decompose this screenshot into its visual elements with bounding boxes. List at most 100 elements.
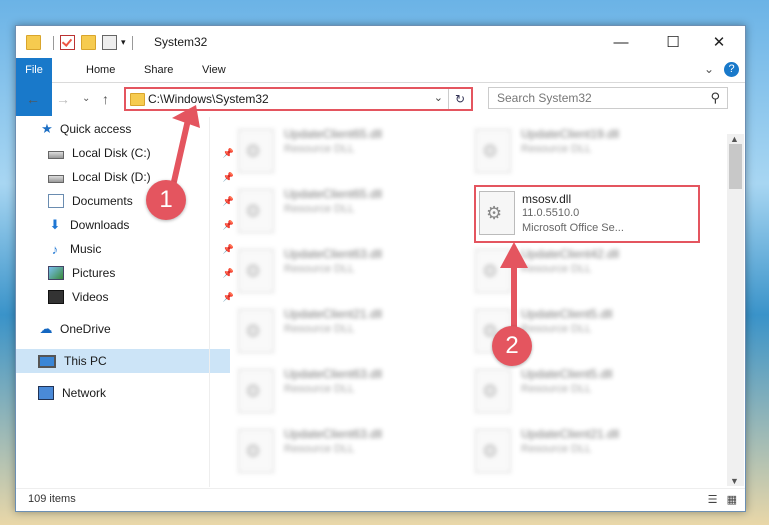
pictures-icon [48, 266, 64, 280]
maximize-button[interactable]: ☐ [650, 26, 696, 58]
file-item[interactable]: UpdateClient19.dll Resource DLL [453, 119, 683, 177]
file-type: Resource DLL [521, 143, 592, 155]
dll-file-icon [479, 191, 515, 235]
dll-file-icon [475, 129, 511, 173]
sidebar-item-label: This PC [64, 354, 107, 368]
sidebar-item-onedrive[interactable]: ☁ OneDrive [16, 317, 230, 341]
tab-view[interactable]: View [192, 58, 236, 82]
file-name: UpdateClient65.dll [284, 187, 383, 201]
forward-button[interactable]: → [56, 91, 70, 107]
title-divider [131, 35, 133, 50]
scroll-down-icon[interactable]: ▼ [730, 476, 739, 486]
status-bar: 109 items ☰ ▦ [16, 488, 745, 511]
dll-file-icon [238, 189, 274, 233]
title-bar: ▾ System32 — ☐ ✕ [16, 26, 745, 58]
sidebar-item-documents[interactable]: Documents 📌 [16, 189, 240, 213]
file-name: UpdateClient42.dll [521, 247, 620, 261]
view-toggle[interactable]: ☰ ▦ [708, 493, 737, 506]
file-name: UpdateClient63.dll [284, 247, 383, 261]
window-title: System32 [154, 35, 208, 49]
file-item[interactable]: UpdateClient42.dll Resource DLL [453, 239, 683, 297]
file-type: Microsoft Office Se... [522, 222, 624, 234]
search-icon: ⚲ [710, 90, 720, 105]
file-type: Resource DLL [284, 143, 355, 155]
sidebar-item-this-pc[interactable]: This PC [16, 349, 230, 373]
network-icon [38, 386, 54, 400]
new-folder-icon[interactable] [81, 35, 96, 50]
file-name: UpdateClient65.dll [284, 127, 383, 141]
properties-icon[interactable] [60, 35, 75, 50]
sidebar-item-label: Music [70, 242, 102, 256]
sidebar-item-label: Documents [72, 194, 133, 208]
file-type: Resource DLL [521, 323, 592, 335]
file-item[interactable]: UpdateClient21.dll Resource DLL [453, 419, 683, 477]
file-type: Resource DLL [521, 383, 592, 395]
search-input[interactable]: Search System32 ⚲ [488, 87, 728, 109]
sidebar-item-local-disk-c[interactable]: Local Disk (C:) 📌 [16, 141, 240, 165]
sidebar-item-videos[interactable]: Videos 📌 [16, 285, 240, 309]
dll-file-icon [238, 309, 274, 353]
cloud-icon: ☁ [39, 321, 53, 336]
file-item[interactable]: UpdateClient65.dll Resource DLL [216, 179, 446, 237]
folder-icon [130, 93, 145, 106]
scroll-thumb[interactable] [729, 144, 742, 189]
file-item[interactable]: UpdateClient21.dll Resource DLL [216, 299, 446, 357]
back-button[interactable]: ← [26, 91, 40, 107]
tab-home[interactable]: Home [76, 58, 125, 82]
sidebar-item-quick-access[interactable]: ★ Quick access [16, 117, 232, 141]
file-item[interactable]: UpdateClient65.dll Resource DLL [216, 119, 446, 177]
toolbar-divider [53, 35, 54, 50]
vertical-scrollbar[interactable]: ▲ ▼ [727, 134, 744, 486]
drive-icon [48, 175, 64, 183]
file-item[interactable]: UpdateClient63.dll Resource DLL [216, 419, 446, 477]
scroll-up-icon[interactable]: ▲ [730, 134, 739, 144]
dll-file-icon [238, 249, 274, 293]
chevron-down-icon[interactable]: ▾ [121, 37, 126, 48]
close-button[interactable]: ✕ [696, 26, 742, 58]
pane-divider[interactable] [209, 117, 210, 487]
customize-toolbar-icon[interactable] [102, 35, 117, 50]
videos-icon [48, 290, 64, 304]
file-name: UpdateClient63.dll [284, 367, 383, 381]
file-type: Resource DLL [284, 203, 355, 215]
file-type: Resource DLL [521, 443, 592, 455]
sidebar-item-label: Network [62, 386, 107, 400]
help-icon[interactable]: ? [724, 62, 739, 77]
large-icons-view-icon[interactable]: ▦ [727, 494, 737, 506]
dll-file-icon [475, 429, 511, 473]
dll-file-icon [238, 429, 274, 473]
star-icon: ★ [41, 121, 53, 136]
navigation-pane: ★ Quick access Local Disk (C:) 📌 Local D… [16, 117, 234, 487]
tab-share[interactable]: Share [134, 58, 183, 82]
folder-icon [26, 35, 41, 50]
music-icon: ♪ [51, 241, 59, 257]
file-name: UpdateClient63.dll [284, 427, 383, 441]
expand-ribbon-icon[interactable]: ⌄ [704, 62, 714, 76]
minimize-button[interactable]: — [598, 26, 644, 58]
sidebar-item-label: Downloads [70, 218, 130, 232]
sidebar-item-music[interactable]: ♪ Music 📌 [16, 237, 240, 261]
file-item[interactable]: UpdateClient5.dll Resource DLL [453, 359, 683, 417]
recent-locations-button[interactable]: ⌄ [82, 93, 90, 104]
sidebar-item-pictures[interactable]: Pictures 📌 [16, 261, 240, 285]
address-bar[interactable]: C:\Windows\System32 ⌄ ↻ [124, 87, 473, 111]
dll-file-icon [475, 369, 511, 413]
chevron-down-icon[interactable]: ⌄ [434, 91, 443, 104]
step-1-badge: 1 [146, 180, 186, 220]
refresh-button[interactable]: ↻ [448, 89, 471, 109]
file-item-msosv[interactable]: msosv.dll 11.0.5510.0 Microsoft Office S… [474, 185, 700, 243]
computer-icon [38, 354, 56, 368]
documents-icon [48, 194, 64, 208]
file-item[interactable]: UpdateClient5.dll Resource DLL [453, 299, 683, 357]
address-path: C:\Windows\System32 [148, 92, 269, 106]
sidebar-item-local-disk-d[interactable]: Local Disk (D:) 📌 [16, 165, 240, 189]
file-item[interactable]: UpdateClient63.dll Resource DLL [216, 359, 446, 417]
sidebar-item-network[interactable]: Network [16, 381, 230, 405]
dll-file-icon [475, 249, 511, 293]
step-2-badge: 2 [492, 326, 532, 366]
file-item[interactable]: UpdateClient63.dll Resource DLL [216, 239, 446, 297]
up-button[interactable]: ↑ [102, 91, 109, 107]
sidebar-item-downloads[interactable]: ⬇ Downloads 📌 [16, 213, 240, 237]
file-list: UpdateClient65.dll Resource DLL UpdateCl… [216, 117, 726, 487]
details-view-icon[interactable]: ☰ [708, 494, 718, 506]
